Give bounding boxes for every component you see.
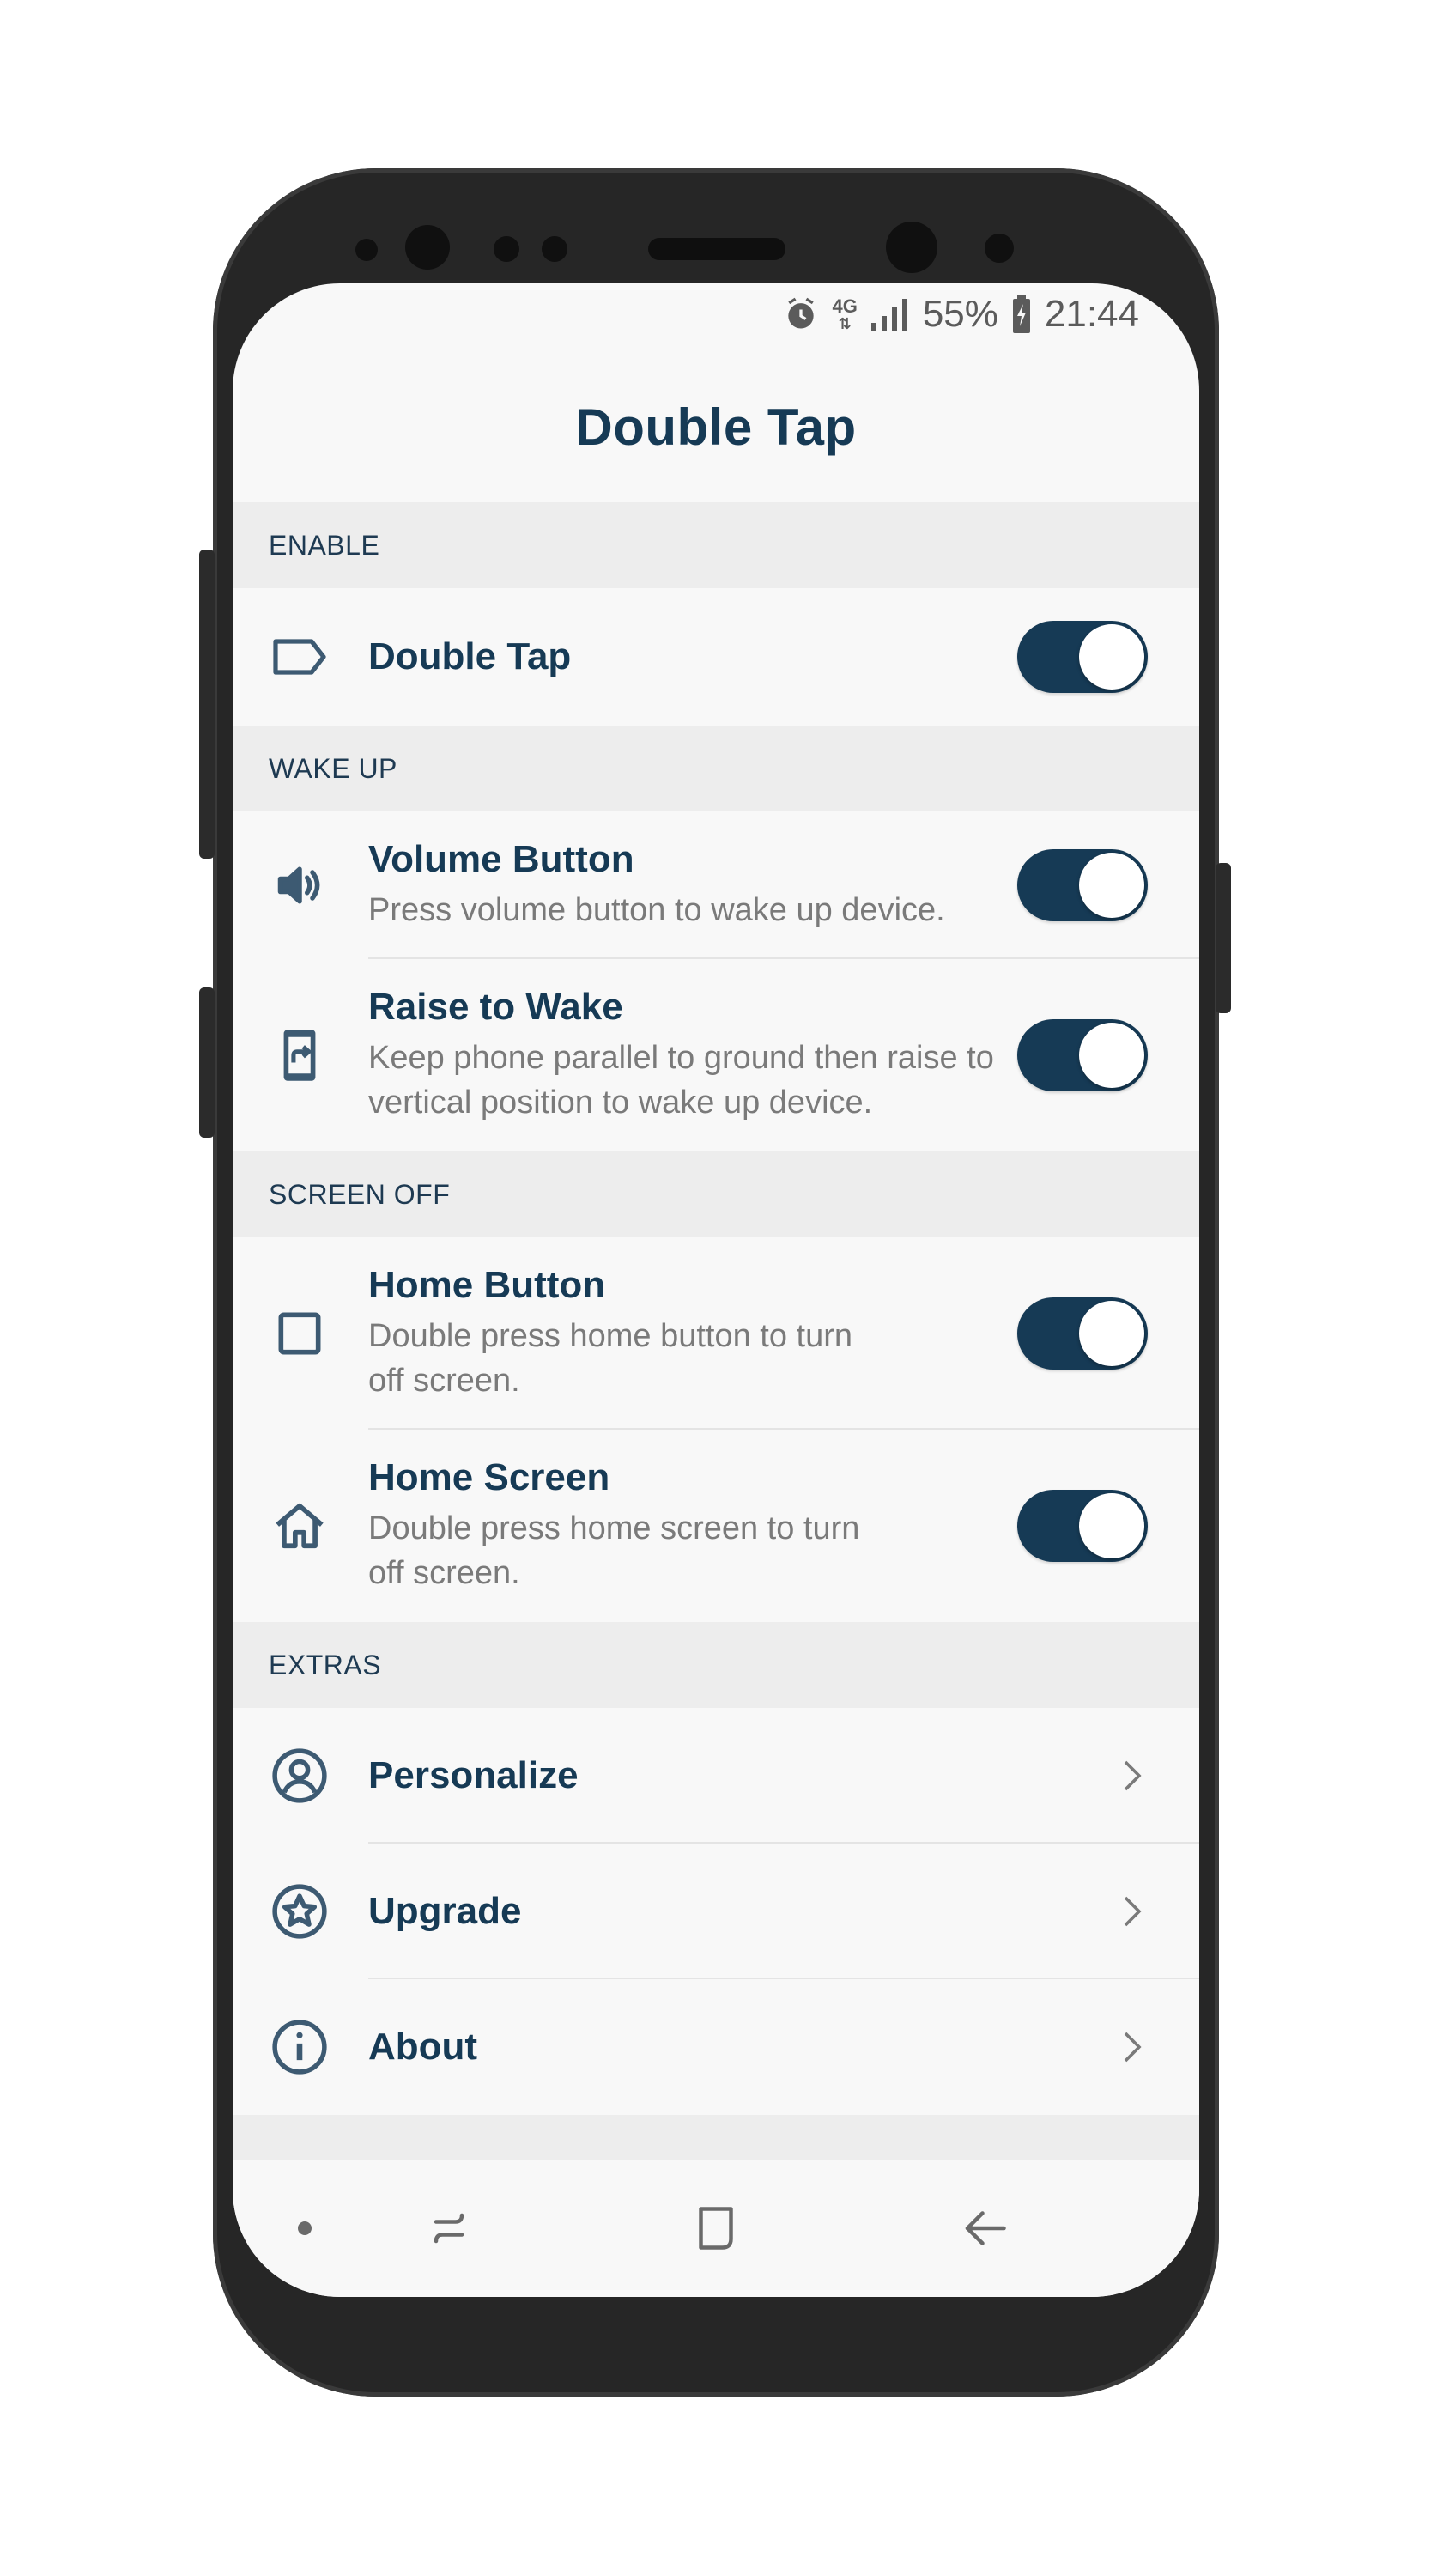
clock: 21:44: [1044, 293, 1139, 335]
setting-description: Press volume button to wake up device.: [368, 892, 945, 928]
setting-title: Volume Button: [368, 838, 634, 880]
earpiece-speaker: [648, 238, 785, 260]
setting-title: Home Screen: [368, 1456, 610, 1498]
navigation-bar: [233, 2160, 1199, 2297]
proximity-sensor: [494, 236, 519, 262]
page-title: Double Tap: [575, 398, 857, 456]
nav-dock-dot[interactable]: [270, 2194, 339, 2263]
home-nav-icon[interactable]: [682, 2194, 750, 2263]
toggle-knob: [1079, 1301, 1144, 1366]
chevron-right-icon: [1115, 1886, 1149, 1937]
toggle-knob: [1079, 624, 1144, 690]
status-bar: 4G ⇅ 55% 21:44: [233, 283, 1199, 352]
label-tag-icon: [269, 626, 330, 688]
raise-to-wake-toggle[interactable]: [1017, 1019, 1148, 1091]
settings-list: ENABLE Double Tap WAKE UP Volume Button …: [233, 502, 1199, 2166]
star-circle-icon: [269, 1880, 330, 1942]
network-type-icon: 4G ⇅: [832, 295, 858, 332]
menu-item-label: Upgrade: [368, 1890, 522, 1932]
bixby-button: [199, 550, 215, 859]
setting-row-home-button[interactable]: Home Button Double press home button to …: [233, 1237, 1199, 1430]
menu-item-personalize[interactable]: Personalize: [233, 1708, 1199, 1844]
iris-camera: [985, 234, 1014, 263]
chevron-right-icon: [1115, 1750, 1149, 1801]
setting-row-volume-button[interactable]: Volume Button Press volume button to wak…: [233, 811, 1199, 959]
battery-percent: 55%: [922, 293, 998, 335]
section-header-enable: ENABLE: [233, 502, 1199, 588]
app-bar: Double Tap: [233, 352, 1199, 502]
setting-row-double-tap[interactable]: Double Tap: [233, 588, 1199, 726]
setting-title: Home Button: [368, 1264, 606, 1306]
alarm-icon: [782, 295, 820, 333]
list-footer-spacer: [233, 2115, 1199, 2166]
light-sensor: [542, 236, 567, 262]
volume-button-toggle[interactable]: [1017, 849, 1148, 921]
setting-title: Raise to Wake: [368, 986, 623, 1028]
recent-apps-icon[interactable]: [415, 2194, 483, 2263]
toggle-knob: [1079, 1493, 1144, 1558]
home-screen-toggle[interactable]: [1017, 1490, 1148, 1562]
front-camera: [886, 222, 937, 273]
volume-icon: [269, 854, 330, 916]
double-tap-toggle[interactable]: [1017, 621, 1148, 693]
setting-row-home-screen[interactable]: Home Screen Double press home screen to …: [233, 1430, 1199, 1622]
front-camera-left: [405, 225, 450, 270]
setting-description: Double press home screen to turn off scr…: [368, 1510, 860, 1591]
menu-item-label: About: [368, 2026, 478, 2068]
toggle-knob: [1079, 1023, 1144, 1088]
square-icon: [269, 1303, 330, 1364]
volume-rocker: [199, 987, 215, 1138]
menu-item-label: Personalize: [368, 1754, 579, 1796]
section-header-extras: EXTRAS: [233, 1622, 1199, 1708]
power-button: [1216, 863, 1231, 1013]
menu-item-upgrade[interactable]: Upgrade: [233, 1844, 1199, 1979]
home-button-toggle[interactable]: [1017, 1297, 1148, 1370]
toggle-knob: [1079, 853, 1144, 918]
chevron-right-icon: [1115, 2021, 1149, 2073]
info-icon: [269, 2016, 330, 2078]
network-type-label: 4G: [832, 295, 858, 317]
section-header-wake-up: WAKE UP: [233, 726, 1199, 811]
phone-screen: 4G ⇅ 55% 21:44 Double Tap ENABLE Double …: [233, 283, 1199, 2297]
phone-rotate-icon: [269, 1024, 330, 1086]
back-icon[interactable]: [950, 2194, 1019, 2263]
setting-description: Keep phone parallel to ground then raise…: [368, 1040, 994, 1121]
signal-icon: [870, 295, 911, 333]
section-header-screen-off: SCREEN OFF: [233, 1151, 1199, 1237]
setting-row-raise-to-wake[interactable]: Raise to Wake Keep phone parallel to gro…: [233, 959, 1199, 1151]
menu-item-about[interactable]: About: [233, 1979, 1199, 2115]
account-circle-icon: [269, 1745, 330, 1807]
battery-charging-icon: [1010, 295, 1033, 333]
iris-sensor: [355, 239, 378, 261]
setting-title: Double Tap: [368, 635, 572, 677]
data-arrows-icon: ⇅: [838, 315, 852, 332]
setting-description: Double press home button to turn off scr…: [368, 1318, 853, 1399]
status-icons: 4G ⇅ 55% 21:44: [782, 293, 1139, 335]
home-icon: [269, 1495, 330, 1557]
